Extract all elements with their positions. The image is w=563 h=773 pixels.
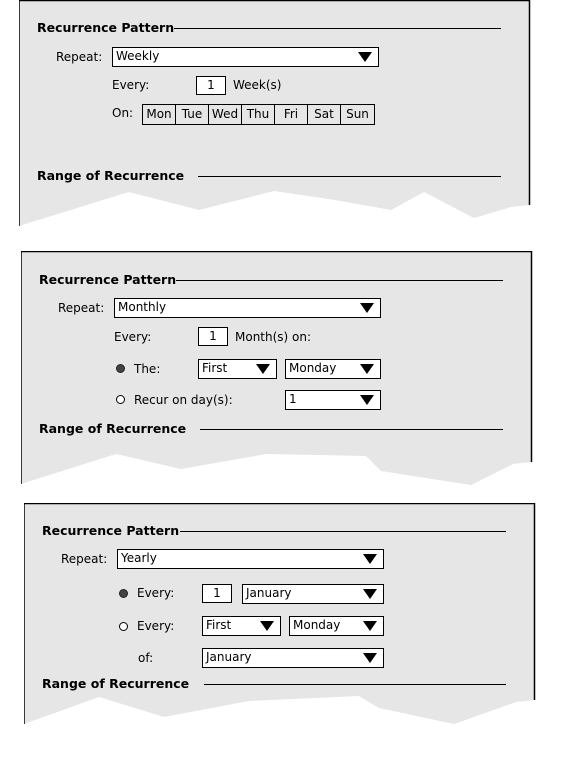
radio-the-option[interactable] [116,364,125,373]
the-weekday-dropdown[interactable]: Monday [285,359,381,379]
range-of-recurrence-heading: Range of Recurrence [37,168,185,183]
range-of-recurrence-heading: Range of Recurrence [39,421,187,436]
radio-every-day-month-option[interactable] [119,589,128,598]
the-weekday-value: Monday [289,361,337,375]
chevron-down-icon [260,621,274,631]
recur-day-value: 1 [289,392,297,406]
heading-divider [176,280,503,281]
day-toggle-sun[interactable]: Sun [341,105,374,124]
every-ordinal-dropdown[interactable]: First [202,616,281,636]
day-toggle-fri[interactable]: Fri [275,105,308,124]
yearly-recurrence-panel: Recurrence Pattern Repeat: Yearly Every:… [24,503,538,728]
repeat-dropdown-value: Weekly [116,49,160,63]
every-weeks-input[interactable]: 1 [196,76,226,95]
recurrence-pattern-heading: Recurrence Pattern [37,20,175,35]
recurrence-pattern-heading: Recurrence Pattern [42,523,180,538]
recur-on-days-label: Recur on day(s): [134,393,233,407]
every-weekday-value: Monday [293,618,341,632]
monthly-recurrence-panel: Recurrence Pattern Repeat: Monthly Every… [21,251,533,487]
chevron-down-icon [363,589,377,599]
the-ordinal-dropdown[interactable]: First [198,359,277,379]
repeat-dropdown-value: Yearly [121,551,157,565]
repeat-label: Repeat: [61,552,108,566]
of-label: of: [138,651,154,665]
heading-divider [180,531,506,532]
day-toggle-wed[interactable]: Wed [209,105,242,124]
range-divider [200,429,503,430]
of-month-dropdown[interactable]: January [202,648,384,668]
repeat-label: Repeat: [56,50,103,64]
every-month-dropdown[interactable]: January [242,584,384,604]
every-weekday-dropdown[interactable]: Monday [289,616,384,636]
repeat-label: Repeat: [58,301,105,315]
chevron-down-icon [363,653,377,663]
day-toggle-sat[interactable]: Sat [308,105,341,124]
weekly-recurrence-panel: Recurrence Pattern Repeat: Weekly Every:… [19,0,531,230]
weekday-toggle-group: Mon Tue Wed Thu Fri Sat Sun [142,104,375,125]
on-label: On: [112,106,134,120]
every-label: Every: [137,619,175,633]
chevron-down-icon [360,303,374,313]
day-toggle-tue[interactable]: Tue [176,105,209,124]
day-toggle-thu[interactable]: Thu [242,105,275,124]
chevron-down-icon [256,364,270,374]
chevron-down-icon [360,395,374,405]
repeat-dropdown[interactable]: Weekly [112,47,379,67]
months-unit-label: Month(s) on: [235,330,312,344]
the-ordinal-value: First [202,361,228,375]
every-label: Every: [137,586,175,600]
range-of-recurrence-heading: Range of Recurrence [42,676,190,691]
every-label: Every: [112,78,150,92]
every-month-value: January [246,586,292,600]
every-label: Every: [114,330,152,344]
repeat-dropdown[interactable]: Yearly [117,549,384,569]
the-label: The: [134,362,161,376]
every-day-input[interactable]: 1 [202,584,232,603]
of-month-value: January [206,650,252,664]
chevron-down-icon [358,52,372,62]
range-divider [198,176,501,177]
repeat-dropdown[interactable]: Monthly [114,298,381,318]
recur-day-dropdown[interactable]: 1 [285,390,381,410]
recurrence-pattern-heading: Recurrence Pattern [39,272,177,287]
repeat-dropdown-value: Monthly [118,300,167,314]
radio-every-ordinal-weekday-option[interactable] [119,622,128,631]
day-toggle-mon[interactable]: Mon [143,105,176,124]
chevron-down-icon [363,621,377,631]
chevron-down-icon [360,364,374,374]
every-ordinal-value: First [206,618,232,632]
weeks-unit-label: Week(s) [233,78,282,92]
chevron-down-icon [363,554,377,564]
every-months-input[interactable]: 1 [198,327,228,346]
range-divider [204,684,506,685]
heading-divider [174,28,501,29]
radio-recur-on-days-option[interactable] [116,395,125,404]
